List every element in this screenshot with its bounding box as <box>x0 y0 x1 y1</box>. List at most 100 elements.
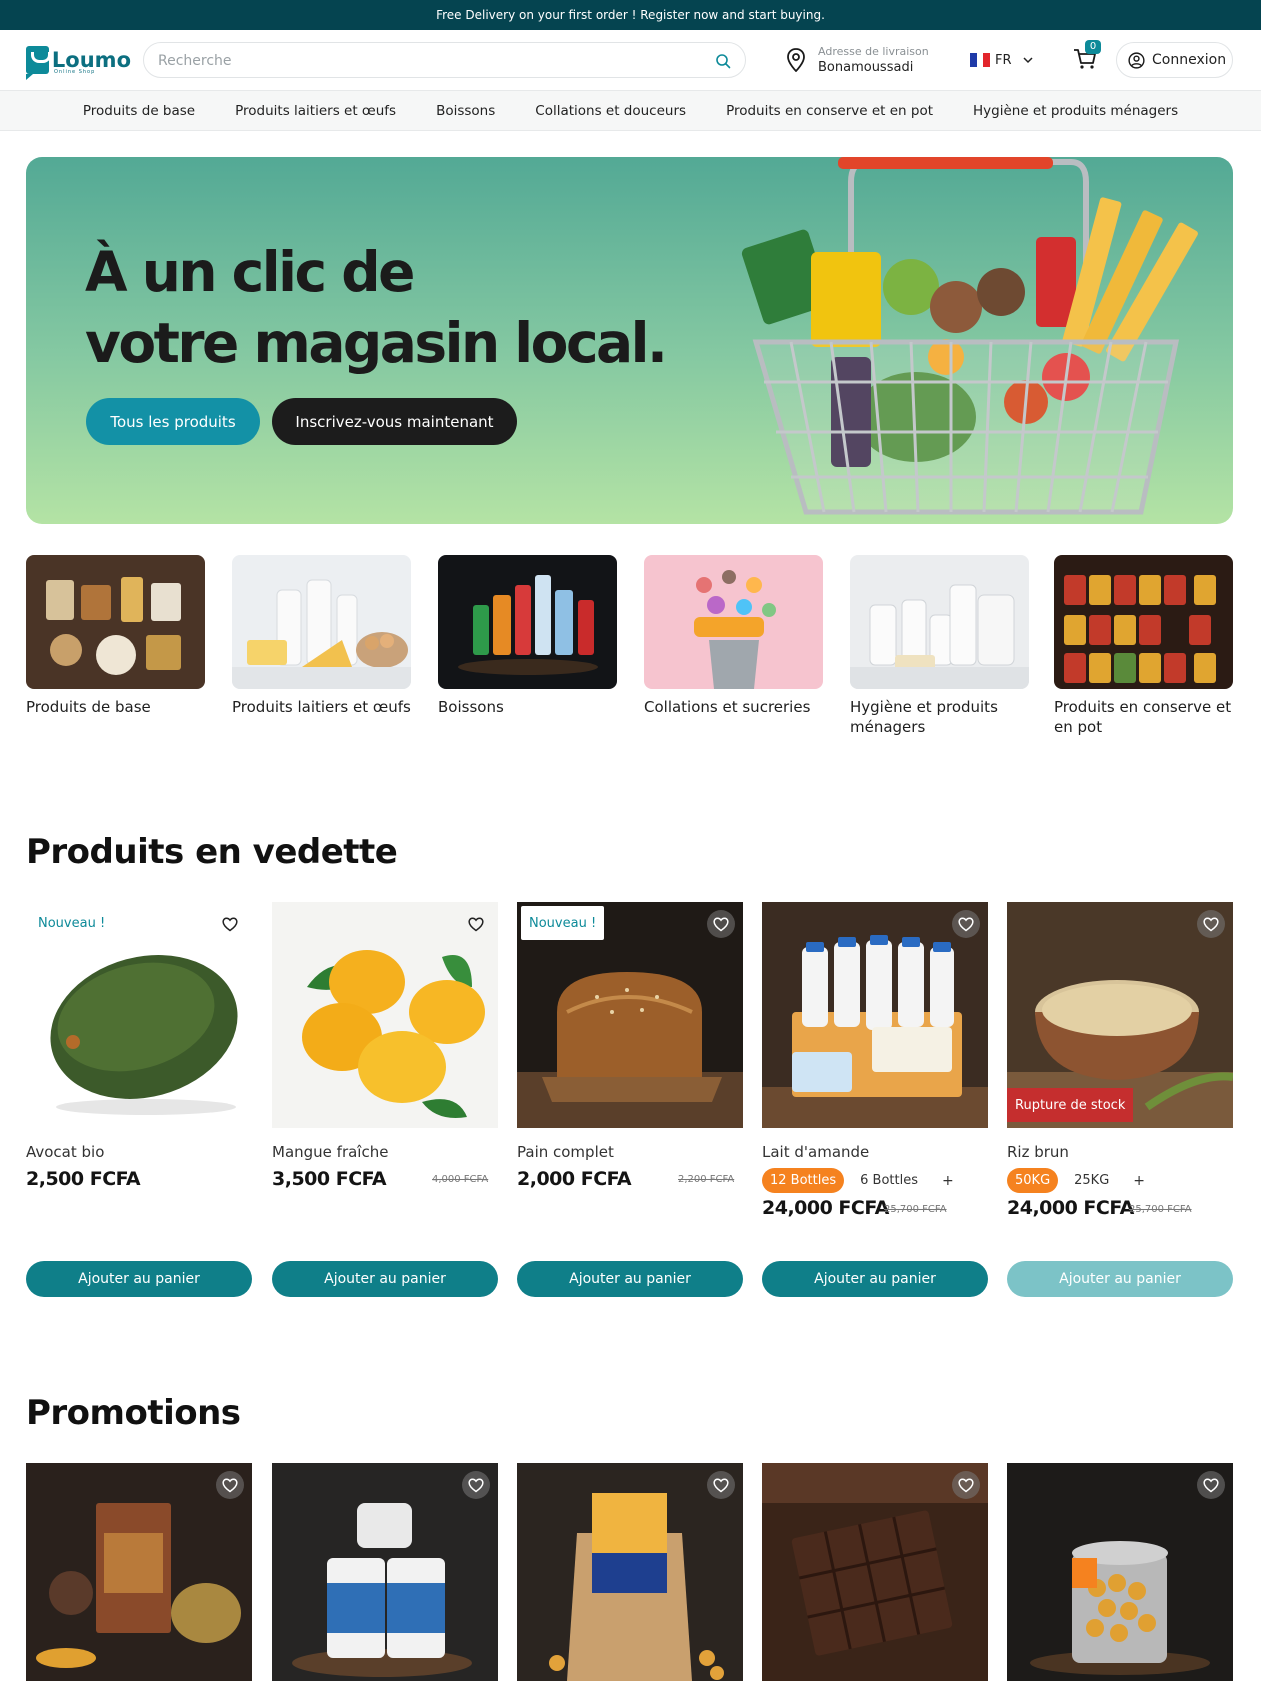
wishlist-button[interactable] <box>952 910 980 938</box>
header: Loumo Online Shop Adresse de livraison B… <box>0 30 1261 90</box>
announcement-text: Free Delivery on your first order ! Regi… <box>436 8 825 22</box>
promo-product-card[interactable] <box>517 1463 743 1681</box>
category-card-collations[interactable]: Collations et sucreries <box>644 555 823 717</box>
category-image <box>850 555 1029 689</box>
search-input[interactable] <box>158 51 678 71</box>
search-box <box>143 42 746 78</box>
hero-title-line2: votre magasin local. <box>85 311 668 375</box>
category-card-produits-de-base[interactable]: Produits de base <box>26 555 205 717</box>
product-card[interactable]: Nouveau ! Avocat bio 2,500 FCFA Ajouter … <box>26 902 252 1297</box>
variant-chip[interactable]: 25KG <box>1066 1168 1117 1193</box>
logo-icon <box>26 46 51 80</box>
category-label: Hygiène et produits ménagers <box>850 698 998 736</box>
wishlist-button[interactable] <box>1197 910 1225 938</box>
product-price: 24,000 FCFA <box>1007 1197 1134 1219</box>
product-card[interactable]: Nouveau ! Pain complet 2,000 FCFA 2,200 … <box>517 902 743 1297</box>
nav-item-boissons[interactable]: Boissons <box>436 103 495 119</box>
product-card[interactable]: Rupture de stock Riz brun 50KG 25KG + 24… <box>1007 902 1233 1297</box>
product-image: Nouveau ! <box>26 902 252 1128</box>
new-badge: Nouveau ! <box>30 906 114 940</box>
category-card-produits-laitiers[interactable]: Produits laitiers et œufs <box>232 555 411 717</box>
location-pin-icon <box>787 48 805 72</box>
category-image <box>438 555 617 689</box>
product-card[interactable]: Lait d'amande 12 Bottles 6 Bottles + 24,… <box>762 902 988 1297</box>
variant-selector: 12 Bottles 6 Bottles + <box>762 1168 954 1193</box>
product-image <box>517 1463 743 1681</box>
promo-product-card[interactable] <box>26 1463 252 1681</box>
hero-title: À un clic de votre magasin local. <box>85 237 668 379</box>
product-old-price: 4,000 FCFA <box>432 1174 489 1185</box>
category-image <box>1054 555 1233 689</box>
language-code: FR <box>995 52 1012 68</box>
category-card-conserves[interactable]: Produits en conserve et en pot <box>1054 555 1233 737</box>
product-name: Mangue fraîche <box>272 1143 389 1161</box>
product-name: Avocat bio <box>26 1143 105 1161</box>
promo-product-card[interactable] <box>762 1463 988 1681</box>
product-price: 3,500 FCFA <box>272 1168 387 1190</box>
variant-chip-selected[interactable]: 50KG <box>1007 1168 1059 1193</box>
product-image <box>272 1463 498 1681</box>
delivery-address-label: Adresse de livraison <box>818 45 929 58</box>
register-button[interactable]: Inscrivez-vous maintenant <box>272 398 517 445</box>
category-label: Boissons <box>438 698 504 716</box>
wishlist-button[interactable] <box>216 910 244 938</box>
language-selector[interactable]: FR <box>970 50 1040 70</box>
product-card[interactable]: Mangue fraîche 3,500 FCFA 4,000 FCFA Ajo… <box>272 902 498 1297</box>
promo-product-card[interactable] <box>272 1463 498 1681</box>
category-label: Produits en conserve et en pot <box>1054 698 1232 736</box>
variant-chip[interactable]: 6 Bottles <box>852 1168 926 1193</box>
wishlist-button[interactable] <box>952 1471 980 1499</box>
nav-item-collations[interactable]: Collations et douceurs <box>535 103 686 119</box>
search-icon[interactable] <box>715 53 731 69</box>
category-card-boissons[interactable]: Boissons <box>438 555 617 717</box>
category-label: Collations et sucreries <box>644 698 811 716</box>
wishlist-button[interactable] <box>707 1471 735 1499</box>
nav-item-produits-laitiers[interactable]: Produits laitiers et œufs <box>235 103 396 119</box>
variant-selector: 50KG 25KG + <box>1007 1168 1145 1193</box>
brand-logo[interactable]: Loumo Online Shop <box>26 42 131 80</box>
promotions-section-title: Promotions <box>26 1393 241 1433</box>
product-name: Pain complet <box>517 1143 614 1161</box>
wishlist-button[interactable] <box>1197 1471 1225 1499</box>
category-card-hygiene[interactable]: Hygiène et produits ménagers <box>850 555 1029 737</box>
nav-item-conserves[interactable]: Produits en conserve et en pot <box>726 103 933 119</box>
add-to-cart-button[interactable]: Ajouter au panier <box>1007 1261 1233 1297</box>
new-badge: Nouveau ! <box>521 906 605 940</box>
all-products-button[interactable]: Tous les produits <box>86 398 260 445</box>
heart-icon <box>468 917 484 932</box>
category-label: Produits laitiers et œufs <box>232 698 411 716</box>
grocery-basket-image <box>741 157 1198 515</box>
hero-title-line1: À un clic de <box>85 240 415 304</box>
cart-button[interactable]: 0 <box>1072 40 1101 72</box>
heart-icon <box>222 1478 238 1493</box>
login-button[interactable]: Connexion <box>1116 42 1233 78</box>
more-variants-button[interactable]: + <box>1133 1173 1145 1189</box>
france-flag-icon <box>970 53 991 67</box>
more-variants-button[interactable]: + <box>942 1173 954 1189</box>
nav-item-hygiene[interactable]: Hygiène et produits ménagers <box>973 103 1178 119</box>
product-image <box>26 1463 252 1681</box>
product-image: Nouveau ! <box>517 902 743 1128</box>
heart-icon <box>958 917 974 932</box>
heart-icon <box>958 1478 974 1493</box>
cart-count-badge: 0 <box>1085 40 1101 54</box>
add-to-cart-button[interactable]: Ajouter au panier <box>26 1261 252 1297</box>
variant-chip-selected[interactable]: 12 Bottles <box>762 1168 845 1193</box>
add-to-cart-button[interactable]: Ajouter au panier <box>272 1261 498 1297</box>
hero-banner: À un clic de votre magasin local. Tous l… <box>26 157 1233 524</box>
wishlist-button[interactable] <box>462 1471 490 1499</box>
wishlist-button[interactable] <box>707 910 735 938</box>
delivery-address[interactable]: Adresse de livraison Bonamoussadi <box>786 42 936 78</box>
nav-item-produits-de-base[interactable]: Produits de base <box>83 103 195 119</box>
product-image: Rupture de stock <box>1007 902 1233 1128</box>
wishlist-button[interactable] <box>462 910 490 938</box>
product-old-price: 25,700 FCFA <box>884 1204 947 1215</box>
category-grid: Produits de base Produits laitiers et œu… <box>26 555 1233 745</box>
wishlist-button[interactable] <box>216 1471 244 1499</box>
brand-name: Loumo <box>51 48 131 72</box>
product-old-price: 25,700 FCFA <box>1129 1204 1192 1215</box>
add-to-cart-button[interactable]: Ajouter au panier <box>762 1261 988 1297</box>
promo-product-card[interactable] <box>1007 1463 1233 1681</box>
category-image <box>26 555 205 689</box>
add-to-cart-button[interactable]: Ajouter au panier <box>517 1261 743 1297</box>
